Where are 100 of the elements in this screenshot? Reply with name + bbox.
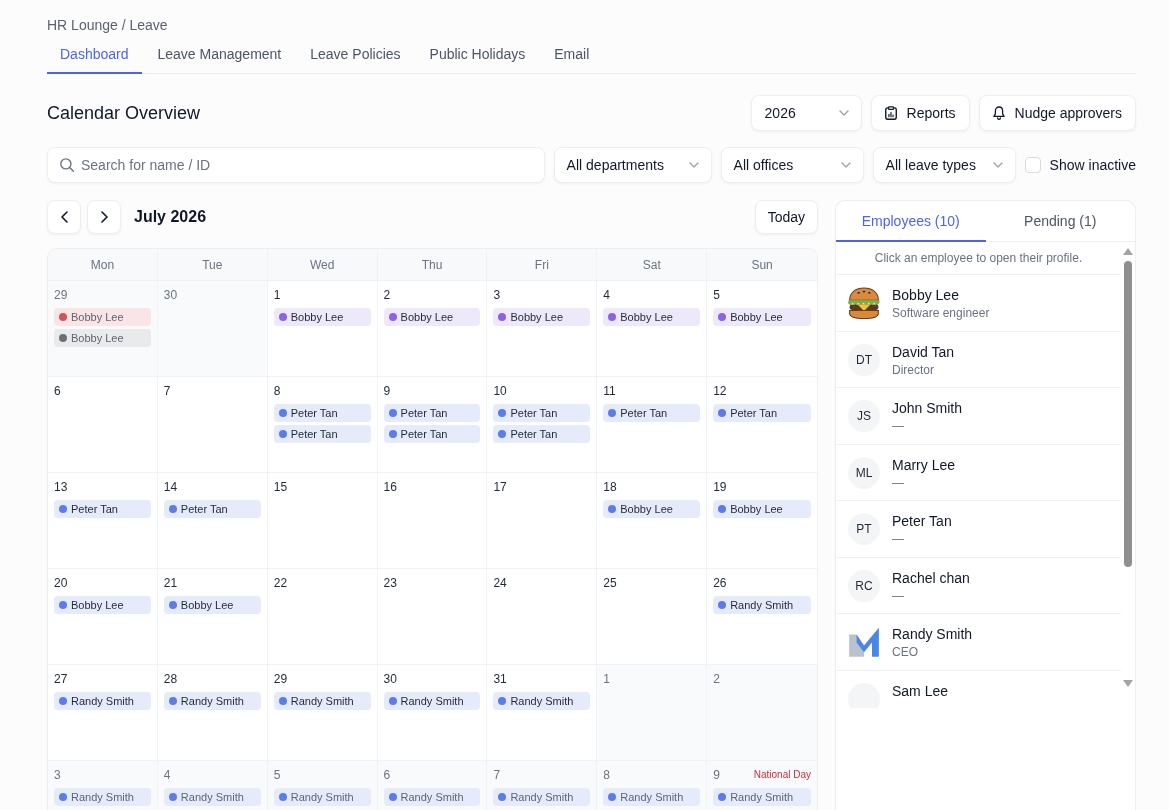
nav-tab[interactable]: Email — [541, 36, 603, 74]
chevron-left-icon — [60, 211, 68, 223]
month-title: July 2026 — [134, 208, 207, 226]
scrollbar-thumb[interactable] — [1124, 261, 1132, 567]
day-number: 7 — [493, 768, 501, 782]
day-number: 2 — [713, 672, 720, 686]
leave-event[interactable]: Peter Tan — [273, 404, 371, 422]
nav-tab[interactable]: Dashboard — [47, 36, 142, 74]
day-number: 1 — [273, 288, 281, 302]
leave-event[interactable]: Peter Tan — [273, 425, 371, 443]
leave-event[interactable]: Peter Tan — [54, 500, 151, 518]
leave-event[interactable]: Bobby Lee — [383, 308, 481, 326]
nav-tab[interactable]: Leave Policies — [297, 36, 414, 74]
filter-select[interactable]: All leave types — [872, 147, 1016, 183]
leave-event[interactable]: Bobby Lee — [603, 500, 701, 518]
employee-name: Peter Tan — [892, 513, 952, 530]
weekday-header: Wed — [267, 249, 378, 281]
leave-event[interactable]: Bobby Lee — [493, 308, 591, 326]
scroll-up-icon[interactable] — [1123, 248, 1133, 255]
nav-tab[interactable]: Public Holidays — [416, 36, 539, 74]
day-number: 3 — [493, 288, 501, 302]
next-month-button[interactable] — [87, 200, 121, 234]
leave-event[interactable]: Randy Smith — [603, 788, 701, 806]
leave-event[interactable]: Bobby Lee — [54, 308, 151, 326]
leave-event[interactable]: Randy Smith — [54, 692, 151, 710]
chevron-right-icon — [100, 211, 108, 223]
leave-event[interactable]: Peter Tan — [383, 425, 481, 443]
leave-event[interactable]: Peter Tan — [493, 425, 591, 443]
employee-name: Sam Lee — [892, 682, 949, 700]
leave-event[interactable]: Randy Smith — [493, 692, 591, 710]
employee-name: Randy Smith — [892, 626, 973, 643]
leave-event[interactable]: Bobby Lee — [713, 500, 811, 518]
employee-row[interactable]: PT Peter Tan — — [836, 501, 1121, 558]
employee-row[interactable]: Bobby Lee Software engineer — [836, 275, 1121, 332]
leave-event[interactable]: Randy Smith — [273, 788, 371, 806]
leave-event[interactable]: Peter Tan — [163, 500, 261, 518]
filter-select[interactable]: All offices — [720, 147, 864, 183]
leave-event[interactable]: Bobby Lee — [603, 308, 701, 326]
day-number: 31 — [493, 672, 507, 686]
leave-event[interactable]: Randy Smith — [163, 788, 261, 806]
previous-month-button[interactable] — [47, 200, 81, 234]
panel-tab[interactable]: Pending (1) — [985, 201, 1135, 242]
employee-row[interactable]: Sam Lee — [836, 670, 1121, 708]
chevron-down-icon — [838, 110, 849, 116]
weekday-header: Thu — [377, 249, 488, 281]
nudge-approvers-button[interactable]: Nudge approvers — [978, 95, 1136, 131]
leave-event[interactable]: Randy Smith — [493, 788, 591, 806]
day-number: 29 — [273, 672, 288, 686]
employee-name: Marry Lee — [892, 456, 956, 474]
day-number: 6 — [383, 768, 391, 782]
employee-row[interactable]: Randy Smith CEO — [836, 614, 1121, 671]
employee-row[interactable]: ML Marry Lee — — [836, 444, 1121, 501]
burger-avatar-icon — [848, 287, 880, 319]
day-number: 5 — [273, 768, 281, 782]
filter-select[interactable]: All departments — [553, 147, 712, 183]
leave-event[interactable]: Randy Smith — [163, 692, 261, 710]
day-number: 22 — [273, 576, 288, 590]
employee-row[interactable]: DT David Tan Director — [836, 331, 1121, 388]
weekday-header: Tue — [157, 249, 268, 281]
employee-role: Software engineer — [892, 306, 990, 321]
leave-event[interactable]: Randy Smith — [273, 692, 371, 710]
day-number: 27 — [54, 672, 68, 686]
day-number: 21 — [163, 576, 178, 590]
leave-event[interactable]: Peter Tan — [493, 404, 591, 422]
year-select[interactable]: 2026 — [750, 95, 862, 131]
leave-event[interactable]: Peter Tan — [603, 404, 701, 422]
checkbox-label[interactable]: Show inactive — [1049, 157, 1136, 173]
leave-event[interactable]: Bobby Lee — [273, 308, 371, 326]
day-number: 3 — [54, 768, 61, 782]
weekday-header: Fri — [487, 249, 598, 281]
employee-name: Rachel chan — [892, 569, 970, 587]
day-number: 2 — [383, 288, 391, 302]
leave-event[interactable]: Randy Smith — [383, 788, 481, 806]
clipboard-icon — [884, 106, 897, 120]
chevron-down-icon — [992, 162, 1003, 168]
employee-role: — — [892, 475, 905, 491]
day-number: 14 — [163, 480, 178, 494]
leave-event[interactable]: Randy Smith — [713, 596, 811, 614]
reports-button[interactable]: Reports — [870, 95, 970, 131]
employee-role: — — [892, 588, 905, 604]
today-button[interactable]: Today — [754, 200, 818, 234]
leave-event[interactable]: Peter Tan — [383, 404, 481, 422]
leave-event[interactable]: Randy Smith — [713, 788, 811, 806]
day-number: 1 — [603, 672, 610, 686]
leave-event[interactable]: Bobby Lee — [54, 329, 151, 347]
weekday-header: Mon — [48, 249, 158, 281]
day-number: 24 — [493, 576, 507, 590]
leave-event[interactable]: Bobby Lee — [163, 596, 261, 614]
panel-tab[interactable]: Employees (10) — [836, 201, 986, 242]
leave-event[interactable]: Randy Smith — [383, 692, 481, 710]
search-field[interactable]: Search for name / ID — [47, 147, 545, 183]
leave-event[interactable]: Bobby Lee — [54, 596, 151, 614]
scroll-down-icon[interactable] — [1123, 680, 1133, 687]
leave-event[interactable]: Randy Smith — [54, 788, 151, 806]
employee-row[interactable]: RC Rachel chan — — [836, 557, 1121, 614]
nav-tab[interactable]: Leave Management — [144, 36, 295, 74]
day-number: 30 — [383, 672, 397, 686]
leave-event[interactable]: Bobby Lee — [713, 308, 811, 326]
leave-event[interactable]: Peter Tan — [713, 404, 811, 422]
employee-row[interactable]: JS John Smith — — [836, 388, 1121, 445]
